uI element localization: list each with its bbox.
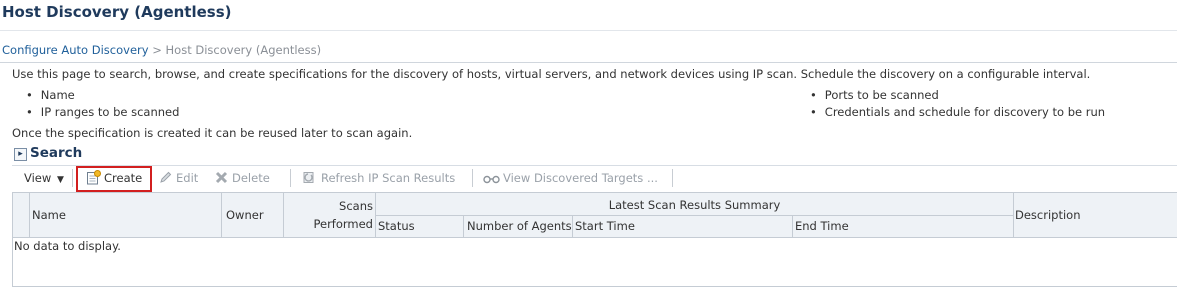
binoculars-icon (483, 172, 500, 184)
column-header-name[interactable]: Name (32, 208, 66, 222)
edit-label: Edit (176, 171, 199, 185)
column-divider (283, 193, 284, 237)
bullet-ports: Ports to be scanned (810, 88, 939, 102)
search-header-label: Search (30, 145, 83, 161)
bullet-credentials: Credentials and schedule for discovery t… (810, 105, 1105, 119)
delete-button[interactable]: Delete (215, 171, 270, 185)
header-bottom-rule (12, 237, 1177, 238)
refresh-ip-scan-results-button[interactable]: Refresh IP Scan Results (303, 171, 455, 185)
column-divider (1013, 193, 1014, 237)
breadcrumb-current: Host Discovery (Agentless) (165, 43, 322, 57)
column-header-description[interactable]: Description (1015, 208, 1081, 222)
search-section-header[interactable]: ▸ Search (14, 145, 82, 161)
page-description: Use this page to search, browse, and cre… (12, 67, 1091, 81)
view-discovered-targets-button[interactable]: View Discovered Targets ... (483, 171, 658, 185)
bullet-ip-ranges: IP ranges to be scanned (26, 105, 180, 119)
empty-table-message: No data to display. (14, 239, 121, 253)
toolbar-separator (472, 169, 473, 187)
column-divider (463, 216, 464, 237)
toolbar-separator (290, 169, 291, 187)
refresh-label: Refresh IP Scan Results (321, 171, 456, 185)
title-divider (0, 30, 1177, 31)
column-divider (792, 216, 793, 237)
column-header-number-of-agents[interactable]: Number of Agents (467, 219, 572, 233)
column-divider (572, 216, 573, 237)
delete-label: Delete (232, 171, 270, 185)
column-header-scans-performed-line1[interactable]: Scans (286, 199, 373, 213)
pencil-icon (159, 171, 172, 184)
delete-x-icon (215, 171, 228, 184)
column-divider (221, 193, 222, 237)
view-menu-label: View (24, 171, 52, 185)
toolbar-separator (72, 169, 73, 187)
column-group-latest-scan-results: Latest Scan Results Summary (608, 198, 781, 212)
breadcrumb: Configure Auto Discovery > Host Discover… (2, 43, 321, 57)
dropdown-arrow-icon: ▼ (56, 175, 64, 185)
column-header-start-time[interactable]: Start Time (575, 219, 635, 233)
breadcrumb-separator: > (152, 43, 162, 57)
refresh-icon (303, 171, 317, 184)
column-header-end-time[interactable]: End Time (795, 219, 849, 233)
group-header-rule (375, 215, 1013, 216)
disclosure-toggle-icon[interactable]: ▸ (14, 148, 27, 161)
bullet-name: Name (26, 88, 75, 102)
create-button[interactable]: Create (86, 170, 142, 185)
reuse-note: Once the specification is created it can… (12, 126, 413, 140)
column-header-status[interactable]: Status (378, 219, 415, 233)
column-header-owner[interactable]: Owner (226, 208, 264, 222)
view-targets-label: View Discovered Targets ... (503, 171, 658, 185)
column-divider (29, 193, 30, 237)
create-icon (86, 170, 101, 185)
toolbar-separator (672, 169, 673, 187)
page-title: Host Discovery (Agentless) (2, 3, 232, 21)
view-menu-button[interactable]: View ▼ (24, 171, 64, 185)
breadcrumb-link-configure-auto-discovery[interactable]: Configure Auto Discovery (2, 43, 149, 57)
create-label: Create (104, 171, 143, 185)
column-header-scans-performed-line2[interactable]: Performed (286, 217, 373, 231)
edit-button[interactable]: Edit (159, 171, 198, 185)
